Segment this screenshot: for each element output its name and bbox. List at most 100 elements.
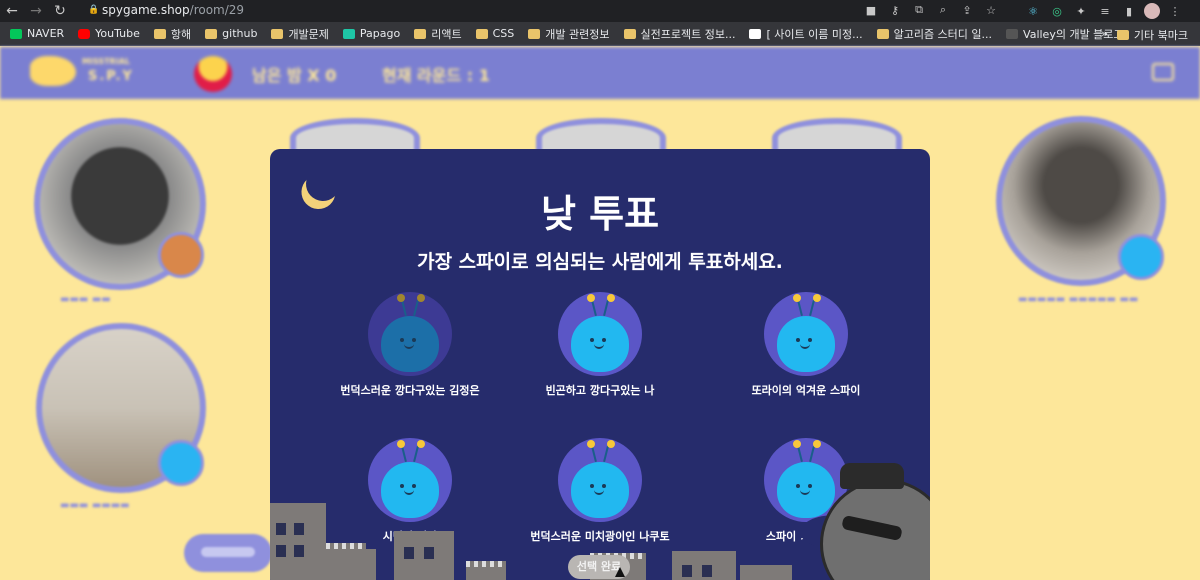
- player-badge-6: [1118, 234, 1164, 280]
- alien-icon: [381, 294, 439, 372]
- candidate-name: 빈곤하고 깡다구있는 나: [545, 384, 655, 397]
- folder-icon: [475, 28, 488, 39]
- bookmark-label: 항해: [170, 27, 192, 41]
- address-bar[interactable]: 🔒 spygame.shop /room/29 ■ ⚷ ⧉ ⌕ ⇪ ☆: [86, 1, 1016, 19]
- bookmark-naver[interactable]: NAVER: [10, 27, 64, 40]
- bookmark-label: github: [222, 27, 258, 40]
- bookmark-label: CSS: [492, 27, 515, 40]
- bookmark-folder-github[interactable]: github: [205, 27, 257, 40]
- folder-icon: [271, 28, 284, 39]
- key-icon[interactable]: ⚷: [886, 4, 904, 17]
- papago-icon: [342, 28, 355, 39]
- bookmark-algorithm-study[interactable]: 알고리즘 스터디 일...: [876, 26, 993, 42]
- bookmark-notion[interactable]: [ 사이트 이름 미정...: [749, 26, 863, 42]
- url-host: spygame.shop: [102, 3, 190, 17]
- reading-list-icon[interactable]: ≡: [1096, 5, 1114, 18]
- url-path: /room/29: [189, 3, 245, 17]
- alien-icon: [571, 440, 629, 518]
- bookmark-folder-dev-info[interactable]: 개발 관련정보: [528, 26, 610, 42]
- bookmark-label: YouTube: [95, 27, 140, 40]
- extension-circle-icon[interactable]: ◎: [1048, 5, 1066, 18]
- bookmark-label: Papago: [359, 27, 401, 40]
- lock-icon: 🔒: [88, 5, 100, 15]
- bookmark-youtube[interactable]: YouTube: [78, 27, 140, 40]
- folder-icon: [153, 28, 166, 39]
- browser-toolbar: ← → ↻ 🔒 spygame.shop /room/29 ■ ⚷ ⧉ ⌕ ⇪ …: [0, 0, 1200, 22]
- exit-icon[interactable]: [1152, 63, 1174, 81]
- candidate-name: 또라이의 억겨운 스파이: [751, 384, 861, 397]
- remaining-nights: 남은 밤 X 0: [252, 66, 337, 85]
- bookmark-label: [ 사이트 이름 미정...: [766, 27, 863, 41]
- vote-modal: 낮 투표 가장 스파이로 의심되는 사람에게 투표하세요. 번덕스러운 깡다구있…: [270, 149, 930, 580]
- share-icon[interactable]: ⇪: [958, 4, 976, 17]
- other-bookmarks-label: 기타 북마크: [1133, 29, 1188, 42]
- candidate-name: 시민의 전파: [382, 530, 438, 543]
- bookmarks-bar: NAVER YouTube 항해 github 개발문제 Papago 리액트 …: [0, 22, 1200, 46]
- reload-icon[interactable]: ↻: [48, 0, 72, 22]
- zoom-icon[interactable]: ⌕: [934, 3, 952, 17]
- alien-icon: [571, 294, 629, 372]
- logo-text-bottom: S.P.Y: [88, 69, 134, 84]
- player-badge-1: [158, 232, 204, 278]
- candidate-avatar: [368, 438, 452, 522]
- other-bookmarks-folder[interactable]: 기타 북마크: [1116, 27, 1188, 43]
- player-name-1: ▬▬▬ ▬▬: [60, 294, 111, 305]
- side-action-button[interactable]: [184, 534, 272, 572]
- naver-icon: [10, 28, 22, 39]
- profile-avatar[interactable]: [1144, 3, 1160, 19]
- react-devtools-icon[interactable]: ⚛: [1024, 5, 1042, 18]
- vote-candidate[interactable]: 시민의 전파: [310, 438, 510, 558]
- player-name-5: ▬▬▬ ▬▬▬▬: [60, 500, 130, 511]
- bookmark-folder-hanghae[interactable]: 항해: [153, 26, 192, 42]
- bookmark-label: 개발문제: [288, 27, 329, 41]
- game-header: MISSTRIAL S.P.Y 남은 밤 X 0 현재 라운드 : 1: [0, 47, 1200, 99]
- logo-icon: [30, 56, 76, 86]
- back-icon[interactable]: ←: [0, 0, 24, 22]
- candidate-avatar: [368, 292, 452, 376]
- bookmark-label: 리액트: [431, 27, 462, 41]
- candidate-name: 번덕스러운 깡다구있는 김정은: [340, 384, 480, 397]
- bookmark-folder-react[interactable]: 리액트: [414, 26, 462, 42]
- player-name-6: ▬▬▬▬▬ ▬▬▬▬▬ ▬▬: [1018, 294, 1139, 305]
- open-external-icon[interactable]: ⧉: [910, 3, 928, 17]
- folder-icon: [1116, 30, 1129, 40]
- vote-candidate[interactable]: 또라이의 억겨운 스파이: [706, 292, 906, 412]
- browser-menu-icon[interactable]: ⋮: [1166, 5, 1184, 18]
- alien-icon: [777, 440, 835, 518]
- folder-icon: [623, 28, 636, 39]
- current-round: 현재 라운드 : 1: [382, 66, 490, 85]
- notion-icon: [749, 28, 762, 39]
- valley-icon: [1006, 28, 1019, 39]
- alien-icon: [381, 440, 439, 518]
- folder-icon: [414, 28, 427, 39]
- bookmark-label: 개발 관련정보: [545, 27, 610, 41]
- bookmark-folder-project-info[interactable]: 실전프로젝트 정보...: [623, 26, 736, 42]
- bookmark-label: NAVER: [27, 27, 65, 40]
- forward-icon[interactable]: →: [24, 0, 48, 22]
- vote-candidate[interactable]: 번덕스러운 깡다구있는 김정은: [310, 292, 510, 412]
- player-badge-5: [158, 440, 204, 486]
- modal-subtitle: 가장 스파이로 의심되는 사람에게 투표하세요.: [417, 251, 783, 273]
- bookmark-label: Valley의 개발 블로그: [1023, 27, 1124, 41]
- folder-icon: [205, 28, 218, 39]
- sun-icon: [194, 56, 232, 92]
- spy-hat-icon: [840, 463, 904, 489]
- logo-text-top: MISSTRIAL: [82, 57, 130, 66]
- bookmark-papago[interactable]: Papago: [342, 27, 401, 40]
- camera-icon[interactable]: ■: [862, 4, 880, 17]
- youtube-icon: [78, 28, 91, 39]
- candidate-avatar: [558, 438, 642, 522]
- alien-icon: [777, 294, 835, 372]
- bookmark-folder-dev-problems[interactable]: 개발문제: [271, 26, 329, 42]
- bookmark-star-icon[interactable]: ☆: [982, 4, 1000, 17]
- bookmark-label: 실전프로젝트 정보...: [640, 27, 736, 41]
- folder-icon: [876, 28, 889, 39]
- folder-icon: [528, 28, 541, 39]
- side-panel-icon[interactable]: ▮: [1120, 5, 1138, 18]
- vote-candidate[interactable]: 빈곤하고 깡다구있는 나: [500, 292, 700, 412]
- bookmarks-overflow-button[interactable]: »: [1101, 27, 1108, 40]
- vote-candidate[interactable]: 번덕스러운 미치광이인 나쿠토: [500, 438, 700, 558]
- extensions-puzzle-icon[interactable]: ✦: [1072, 5, 1090, 18]
- bookmark-label: 알고리즘 스터디 일...: [893, 27, 993, 41]
- bookmark-folder-css[interactable]: CSS: [475, 27, 515, 40]
